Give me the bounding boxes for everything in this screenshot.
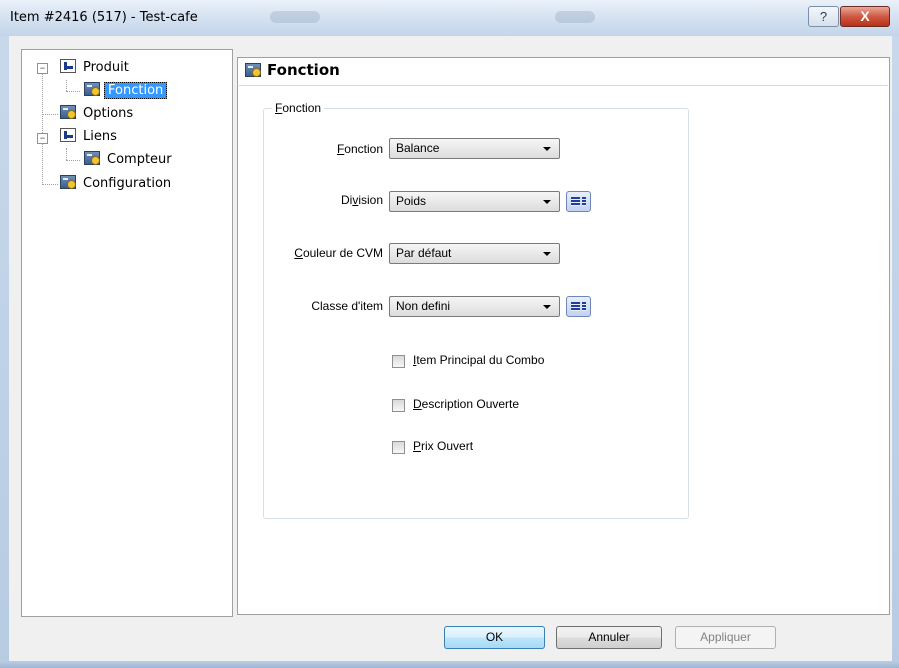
tree-line	[66, 80, 67, 91]
function-icon	[84, 82, 100, 96]
tree-item-label: Compteur	[107, 152, 172, 167]
tree-item-fonction[interactable]: Fonction	[84, 81, 168, 101]
product-icon	[60, 59, 76, 73]
collapse-produit-toggle[interactable]: −	[37, 63, 48, 74]
tree-line	[42, 73, 43, 185]
division-list-button[interactable]	[566, 191, 591, 212]
chevron-down-icon	[543, 252, 551, 256]
product-icon	[60, 128, 76, 142]
fonction-select-value: Balance	[396, 141, 440, 155]
division-label: Division	[340, 193, 383, 207]
tree-item-label: Fonction	[104, 82, 168, 99]
classe-item-select[interactable]: Non defini	[389, 296, 560, 317]
item-principal-checkbox[interactable]	[392, 355, 405, 368]
prix-ouvert-checkbox[interactable]	[392, 441, 405, 454]
divider	[239, 85, 888, 86]
tree-item-label: Options	[83, 106, 134, 121]
division-select-value: Poids	[396, 194, 427, 208]
classe-item-label: Classe d'item	[311, 299, 383, 313]
tree-item-label: Produit	[83, 60, 129, 75]
title-blur	[270, 11, 320, 23]
close-icon: X	[860, 8, 870, 24]
item-principal-label[interactable]: Item Principal du Combo	[413, 353, 544, 367]
chevron-down-icon	[543, 305, 551, 309]
function-icon	[60, 175, 76, 189]
tree-item-compteur[interactable]: Compteur	[84, 150, 175, 170]
apply-button[interactable]: Appliquer	[675, 626, 776, 649]
division-select[interactable]: Poids	[389, 191, 560, 212]
function-icon	[60, 105, 76, 119]
chevron-down-icon	[543, 147, 551, 151]
tree-line	[42, 184, 58, 185]
dialog-window: Item #2416 (517) - Test-cafe ? X − − Pro…	[0, 0, 899, 668]
collapse-liens-toggle[interactable]: −	[37, 133, 48, 144]
panel-title-text: Fonction	[267, 61, 340, 79]
tree-line	[66, 148, 67, 160]
title-bar[interactable]: Item #2416 (517) - Test-cafe ? X	[0, 0, 899, 36]
description-ouverte-checkbox[interactable]	[392, 399, 405, 412]
close-button[interactable]: X	[840, 6, 890, 27]
tree-item-produit[interactable]: Produit	[60, 58, 132, 78]
tree-item-liens[interactable]: Liens	[60, 127, 120, 147]
chevron-down-icon	[543, 200, 551, 204]
fonction-label: Fonction	[336, 142, 383, 156]
tree-item-label: Liens	[83, 129, 117, 144]
fonction-select[interactable]: Balance	[389, 138, 560, 159]
tree-item-options[interactable]: Options	[60, 104, 136, 124]
tree-line	[42, 114, 58, 115]
function-icon	[84, 151, 100, 165]
help-icon: ?	[819, 9, 828, 24]
tree-line	[66, 91, 80, 92]
description-ouverte-label[interactable]: Description Ouverte	[413, 397, 519, 411]
tree-item-configuration[interactable]: Configuration	[60, 174, 174, 194]
groupbox-label: Fonction	[272, 101, 325, 115]
couleur-cvm-label: Couleur de CVM	[294, 246, 383, 260]
classe-item-list-button[interactable]	[566, 296, 591, 317]
window-title: Item #2416 (517) - Test-cafe	[10, 10, 198, 25]
navigation-tree[interactable]	[21, 49, 233, 617]
tree-line	[66, 160, 80, 161]
panel-title: Fonction	[245, 61, 340, 79]
couleur-cvm-select[interactable]: Par défaut	[389, 243, 560, 264]
help-button[interactable]: ?	[808, 6, 839, 27]
tree-item-label: Configuration	[83, 176, 172, 191]
function-icon	[245, 63, 261, 77]
window-frame-bottom	[0, 661, 899, 668]
ok-button[interactable]: OK	[444, 626, 545, 649]
prix-ouvert-label[interactable]: Prix Ouvert	[413, 439, 473, 453]
title-blur	[555, 11, 595, 23]
couleur-cvm-select-value: Par défaut	[396, 246, 452, 260]
cancel-button[interactable]: Annuler	[556, 626, 662, 649]
classe-item-select-value: Non defini	[396, 299, 451, 313]
